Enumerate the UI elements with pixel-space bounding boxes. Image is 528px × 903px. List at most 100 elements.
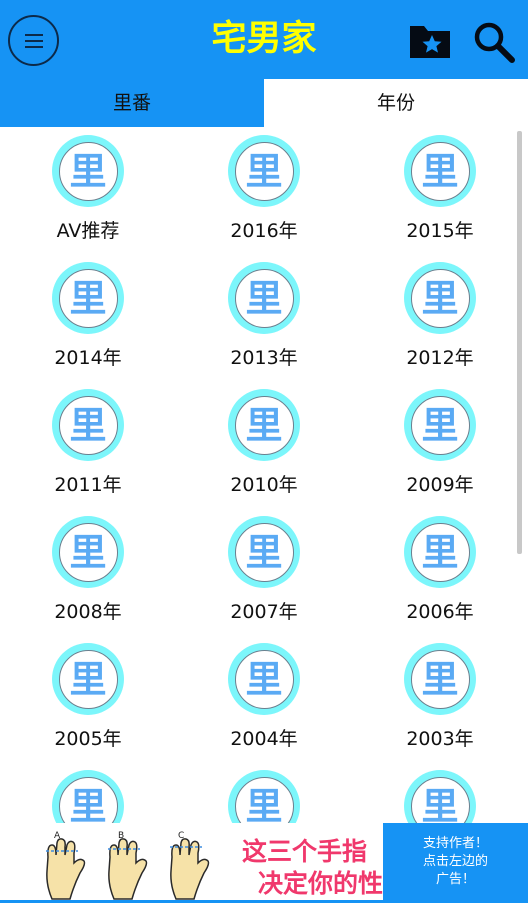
grid-item-label: 2014年 xyxy=(54,347,122,369)
category-icon-char: 里 xyxy=(69,530,107,574)
category-icon: 里 xyxy=(404,389,476,461)
year-grid-scroll-area[interactable]: 里 AV推荐里 2016年里 2015年里 2014年里 2013年里 2012年里 2011… xyxy=(0,127,528,823)
grid-item[interactable]: 里 2008年 xyxy=(0,513,176,640)
category-icon: 里 xyxy=(404,770,476,823)
category-icon-char: 里 xyxy=(421,149,459,193)
scrollbar[interactable] xyxy=(517,131,522,554)
category-icon: 里 xyxy=(228,135,300,207)
category-icon-inner: 里 xyxy=(234,141,294,201)
grid-item[interactable]: 里 2011年 xyxy=(0,386,176,513)
category-icon-char: 里 xyxy=(69,149,107,193)
menu-button[interactable] xyxy=(8,15,59,66)
grid-item[interactable]: 里 xyxy=(352,767,528,823)
hand-icon: A xyxy=(46,831,86,900)
category-icon-inner: 里 xyxy=(234,649,294,709)
tab-lifan[interactable]: 里番 xyxy=(0,79,264,127)
hand-icon: C xyxy=(170,831,210,900)
grid-item[interactable]: 里 2012年 xyxy=(352,259,528,386)
grid-item[interactable]: 里 2006年 xyxy=(352,513,528,640)
category-icon-inner: 里 xyxy=(234,395,294,455)
category-icon-char: 里 xyxy=(421,403,459,447)
support-author-box: 支持作者！ 点击左边的 广告！ xyxy=(383,823,528,903)
category-icon: 里 xyxy=(228,389,300,461)
category-icon: 里 xyxy=(404,135,476,207)
grid-item[interactable]: 里 2013年 xyxy=(176,259,352,386)
category-icon-inner: 里 xyxy=(410,522,470,582)
folder-star-icon xyxy=(410,26,450,58)
grid-item[interactable]: 里 2007年 xyxy=(176,513,352,640)
category-icon-char: 里 xyxy=(421,276,459,320)
category-icon-char: 里 xyxy=(69,657,107,701)
category-icon-inner: 里 xyxy=(234,522,294,582)
category-icon: 里 xyxy=(228,516,300,588)
category-icon: 里 xyxy=(52,135,124,207)
grid-item-label: 2011年 xyxy=(54,474,122,496)
category-icon-inner: 里 xyxy=(410,268,470,328)
search-icon xyxy=(474,22,515,63)
category-icon-inner: 里 xyxy=(410,649,470,709)
hand-icon: B xyxy=(108,831,148,900)
grid-item-label: 2016年 xyxy=(230,220,298,242)
category-icon-inner: 里 xyxy=(58,649,118,709)
category-icon: 里 xyxy=(404,643,476,715)
category-icon-char: 里 xyxy=(245,530,283,574)
grid-item-label: 2015年 xyxy=(406,220,474,242)
grid-item[interactable]: 里 AV推荐 xyxy=(0,132,176,259)
grid-item[interactable]: 里 2009年 xyxy=(352,386,528,513)
ad-headline-2: 决定你的性 xyxy=(258,869,384,898)
grid-item-label: 2009年 xyxy=(406,474,474,496)
support-line-3: 广告！ xyxy=(435,872,475,887)
category-icon: 里 xyxy=(404,516,476,588)
category-icon-char: 里 xyxy=(69,403,107,447)
category-icon: 里 xyxy=(52,516,124,588)
category-icon-inner: 里 xyxy=(410,141,470,201)
category-icon-char: 里 xyxy=(245,784,283,824)
ad-headline-1: 这三个手指 xyxy=(242,837,368,866)
grid-item[interactable]: 里 2016年 xyxy=(176,132,352,259)
tab-year[interactable]: 年份 xyxy=(264,79,528,127)
year-grid: 里 AV推荐里 2016年里 2015年里 2014年里 2013年里 2012年里 2011… xyxy=(0,132,528,823)
category-icon: 里 xyxy=(228,262,300,334)
category-icon-char: 里 xyxy=(245,657,283,701)
grid-item[interactable]: 里 xyxy=(176,767,352,823)
category-icon-inner: 里 xyxy=(58,141,118,201)
category-icon-inner: 里 xyxy=(410,395,470,455)
grid-item[interactable]: 里 2014年 xyxy=(0,259,176,386)
grid-item-label: 2008年 xyxy=(54,601,122,623)
favorites-button[interactable] xyxy=(408,20,452,60)
category-icon: 里 xyxy=(228,643,300,715)
category-icon-inner: 里 xyxy=(58,395,118,455)
grid-item[interactable]: 里 xyxy=(0,767,176,823)
grid-item[interactable]: 里 2004年 xyxy=(176,640,352,767)
category-icon: 里 xyxy=(52,389,124,461)
search-button[interactable] xyxy=(472,20,516,64)
category-icon-char: 里 xyxy=(245,276,283,320)
category-icon: 里 xyxy=(52,770,124,823)
grid-item-label: 2010年 xyxy=(230,474,298,496)
grid-item[interactable]: 里 2010年 xyxy=(176,386,352,513)
category-icon-char: 里 xyxy=(421,530,459,574)
grid-item[interactable]: 里 2005年 xyxy=(0,640,176,767)
category-icon: 里 xyxy=(52,262,124,334)
grid-item-label: 2013年 xyxy=(230,347,298,369)
category-icon: 里 xyxy=(52,643,124,715)
category-icon-char: 里 xyxy=(245,403,283,447)
grid-item-label: 2004年 xyxy=(230,728,298,750)
grid-item[interactable]: 里 2015年 xyxy=(352,132,528,259)
grid-item[interactable]: 里 2003年 xyxy=(352,640,528,767)
category-icon-inner: 里 xyxy=(410,776,470,823)
category-icon-char: 里 xyxy=(421,657,459,701)
category-icon: 里 xyxy=(228,770,300,823)
hamburger-menu-icon xyxy=(24,33,43,48)
grid-item-label: AV推荐 xyxy=(56,220,120,242)
category-tabs: 里番 年份 xyxy=(0,79,528,127)
app-bar: 宅男家 xyxy=(0,0,528,79)
category-icon: 里 xyxy=(404,262,476,334)
category-icon-inner: 里 xyxy=(58,268,118,328)
category-icon-inner: 里 xyxy=(234,776,294,824)
category-icon-char: 里 xyxy=(69,276,107,320)
category-icon-inner: 里 xyxy=(58,522,118,582)
grid-item-label: 2003年 xyxy=(406,728,474,750)
grid-item-label: 2005年 xyxy=(54,728,122,750)
support-line-1: 支持作者！ xyxy=(422,836,488,851)
